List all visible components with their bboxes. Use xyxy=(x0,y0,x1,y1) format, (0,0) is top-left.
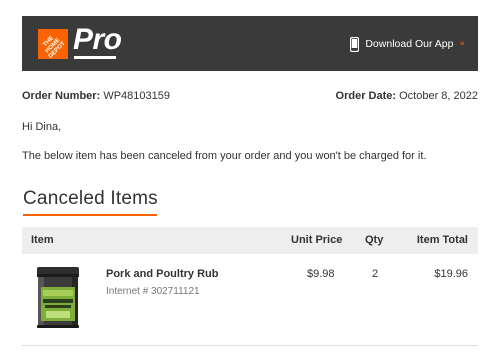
section-title: Canceled Items xyxy=(23,188,158,209)
logo-text: THE HOME DEPOT xyxy=(42,35,67,60)
order-date-label: Order Date: xyxy=(335,90,397,102)
order-date: Order Date: October 8, 2022 xyxy=(336,88,478,104)
section-title-underline xyxy=(23,214,157,216)
product-name[interactable]: Pork and Poultry Rub xyxy=(106,267,218,281)
order-date-value: October 8, 2022 xyxy=(399,90,478,102)
download-app-label: Download Our App xyxy=(365,38,454,50)
column-header-unit-price: Unit Price xyxy=(291,234,343,246)
cancellation-message: The below item has been canceled from yo… xyxy=(22,150,427,162)
column-header-qty: Qty xyxy=(365,234,384,246)
chevron-right-icon: » xyxy=(459,39,465,49)
column-header-item-total: Item Total xyxy=(416,234,468,246)
qty-cell: 2 xyxy=(372,268,379,280)
order-number: Order Number: WP48103159 xyxy=(22,88,170,104)
greeting-text: Hi Dina, xyxy=(22,121,62,133)
home-depot-logo[interactable]: THE HOME DEPOT xyxy=(38,29,68,60)
table-divider xyxy=(22,345,478,346)
download-app-link[interactable]: Download Our App » xyxy=(350,35,465,53)
column-header-item: Item xyxy=(31,234,54,246)
order-number-label: Order Number: xyxy=(22,90,101,102)
spice-tin-image[interactable] xyxy=(34,265,82,329)
unit-price-cell: $9.98 xyxy=(307,268,335,280)
order-info-row: Order Number: WP48103159 Order Date: Oct… xyxy=(22,88,478,104)
order-number-value: WP48103159 xyxy=(103,90,170,102)
pro-wordmark: Pro xyxy=(73,23,122,56)
product-sku: Internet # 302711121 xyxy=(106,286,200,297)
email-header: THE HOME DEPOT Pro Download Our App » xyxy=(22,16,478,71)
table-row: Pork and Poultry Rub Internet # 30271112… xyxy=(22,262,478,332)
pro-underline xyxy=(74,56,116,59)
items-table-header: Item Unit Price Qty Item Total xyxy=(22,227,478,254)
email-page: THE HOME DEPOT Pro Download Our App » Or… xyxy=(0,0,500,356)
phone-icon xyxy=(350,36,360,52)
item-total-cell: $19.96 xyxy=(434,268,468,280)
